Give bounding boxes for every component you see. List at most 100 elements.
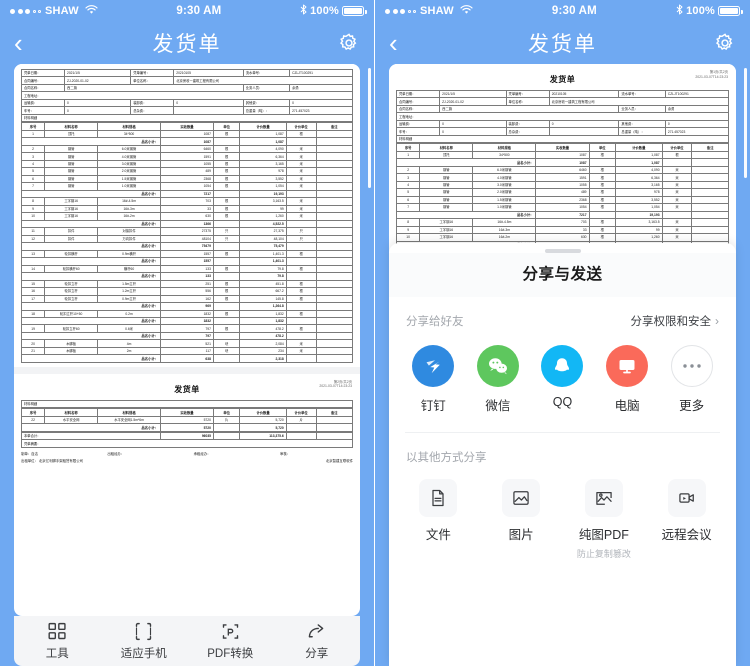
back-button[interactable]: ‹ <box>389 30 398 56</box>
share-target-more[interactable]: 更多 <box>659 345 724 414</box>
share-friends-section-header: 分享给好友 分享权限和安全 › <box>389 297 736 329</box>
back-button[interactable]: ‹ <box>14 30 23 56</box>
cell-spec: 16#-3m <box>97 204 161 214</box>
total-qty: 96035 <box>160 431 214 441</box>
vertical-scrollbar[interactable] <box>744 68 747 178</box>
toolbar-item-fit-phone[interactable]: 适应手机 <box>101 621 188 661</box>
share-other-remote-meeting[interactable]: 远程会议 <box>645 479 728 560</box>
field-value: 余勇 <box>289 83 353 93</box>
cell-qty: 6460 <box>535 165 590 175</box>
settings-gear-icon[interactable] <box>714 32 736 54</box>
share-target-dingtalk[interactable]: 钉钉 <box>401 345 466 414</box>
share-other-image-pdf[interactable]: 纯图PDF 防止复制篡改 <box>563 479 646 560</box>
cell-material-name: 轮扣立杆 <box>44 294 99 304</box>
share-target-wechat[interactable]: 微信 <box>466 345 531 414</box>
signal-strength-icon <box>10 8 41 14</box>
field-value: 0 <box>664 119 730 129</box>
cell-unit: 根 <box>212 159 241 169</box>
cell-index: 9 <box>395 225 421 235</box>
share-permission-link[interactable]: 分享权限和安全 › <box>631 313 720 329</box>
cell-index: 18 <box>20 309 46 319</box>
field-value: 0 <box>64 98 132 108</box>
field-label: 其他费： <box>618 119 666 129</box>
cell-price-unit: 米 <box>661 188 693 197</box>
toolbar-item-share[interactable]: 分享 <box>274 621 361 661</box>
cell-spec: 4.0米钢管 <box>97 152 161 161</box>
subtotal-label: 品名小计： <box>21 272 161 281</box>
table-row: 13轮扣横杆0.9m横杆1557根1,401.3根 <box>20 249 354 259</box>
lessor-label: 出租单位： <box>21 459 38 464</box>
toolbar-item-pdf-convert[interactable]: PDF转换 <box>187 621 274 661</box>
document-scroll-area-left[interactable]: 凭单日期： 2021/1/5 凭单编号： 20210105 流水单号： CZLJ… <box>0 64 374 666</box>
field-label: 凭单编号： <box>130 68 175 78</box>
column-header: 计价单位 <box>661 143 693 152</box>
cell-price-unit: 米 <box>285 152 317 161</box>
carrier-label: SHAW <box>420 5 454 17</box>
ellipsis-icon <box>670 345 713 387</box>
field-label: 工程地址： <box>21 91 353 100</box>
cell <box>315 137 354 146</box>
cell-spec: 3.0米钢管 <box>472 180 537 190</box>
cell-price-unit: 米 <box>285 144 317 154</box>
cell <box>315 354 354 363</box>
table-row: 15轮扣立杆1.5m立杆251根451.8根 <box>20 279 354 289</box>
column-header: 计价数量 <box>615 143 663 152</box>
cell-qty: 251 <box>159 279 214 289</box>
vertical-scrollbar[interactable] <box>368 68 371 188</box>
field-label: 总重量（吨）： <box>242 106 291 115</box>
cell-unit: 根 <box>212 212 241 221</box>
table-header-row: 序号 材料名称 材料规格 实收数量 单位 计价数量 计价单位 备注 <box>395 143 729 152</box>
signoff-field: 制单：自洁 <box>21 451 107 456</box>
grand-total-row: 本单合计： 96035 113,375.6 <box>20 431 354 441</box>
cell-material-name: 轮扣立杆 <box>44 287 99 296</box>
cell-note <box>691 188 729 197</box>
cell-index: 13 <box>20 249 46 259</box>
subtotal-price-qty: 4,522.5 <box>239 219 287 229</box>
cell-qty: 489 <box>535 188 590 197</box>
cell-price-qty: 1,087 <box>615 150 663 160</box>
cell-unit: 根 <box>588 218 617 227</box>
cell-price-unit: 米 <box>285 159 317 169</box>
cell-price-unit: 米 <box>285 197 317 206</box>
cell-material-name: 工字钢16 <box>44 204 99 214</box>
cell-index: 2 <box>20 144 46 154</box>
share-other-label: 以其他方式分享 <box>406 452 487 464</box>
field-label: 合同编号： <box>395 97 441 107</box>
subtotal-price-qty: 1,087 <box>239 137 287 146</box>
share-other-file[interactable]: 文件 <box>397 479 480 560</box>
file-icon <box>419 479 458 517</box>
cell-unit: 块 <box>212 346 241 356</box>
share-target-qq[interactable]: QQ <box>530 345 595 414</box>
cell-note <box>315 174 354 184</box>
column-header: 单位 <box>212 408 241 417</box>
column-header: 序号 <box>395 143 421 152</box>
video-meeting-icon <box>667 479 706 517</box>
cell-material-name: 钢管 <box>419 180 474 190</box>
cell-price-qty: 6,364 <box>615 173 663 182</box>
share-other-image[interactable]: 图片 <box>480 479 563 560</box>
document-header-table: 凭单日期： 2021/1/5 凭单编号： 20210105 流水单号： CZLJ… <box>20 68 353 123</box>
phone-screen-document-view: SHAW 9:30 AM 100% ‹ 发货单 凭单日期： 2021/1/5 凭… <box>0 0 375 666</box>
field-label: 装卸费： <box>505 119 550 129</box>
subtotal-row: 品名小计： 5720 5,720 <box>21 423 354 432</box>
cell-material-name: 工字钢16 <box>44 212 99 221</box>
document-page-2: 第2页/共2页 2021-03-07T14:23:23 发货单 材料明细 序号材… <box>14 373 360 468</box>
cell-note <box>691 218 729 227</box>
toolbar-item-tools[interactable]: 工具 <box>14 621 101 661</box>
status-bar-clock: 9:30 AM <box>551 5 597 17</box>
grid-tools-icon <box>47 621 68 642</box>
table-row: 11扣件对接扣件27375只27,375只 <box>20 227 354 236</box>
table-row: 2 钢管 6.0米钢管 6460 根 4,090 米 <box>20 144 354 154</box>
cell-price-unit: 米 <box>285 182 317 191</box>
cell-spec: 1.5米钢管 <box>97 174 161 184</box>
field-value: 0 <box>548 119 620 129</box>
cell-price-unit: 米 <box>285 167 317 176</box>
cell-price-unit: 米 <box>661 233 693 242</box>
cell-note <box>315 234 354 244</box>
cell <box>212 219 241 229</box>
subtotal-row: 品名小计： 7217 19,193 <box>21 189 354 199</box>
settings-gear-icon[interactable] <box>338 32 360 54</box>
cell-unit: 根 <box>212 324 241 333</box>
share-target-computer[interactable]: 电脑 <box>595 345 660 414</box>
cell-price-unit: 米 <box>285 174 317 184</box>
